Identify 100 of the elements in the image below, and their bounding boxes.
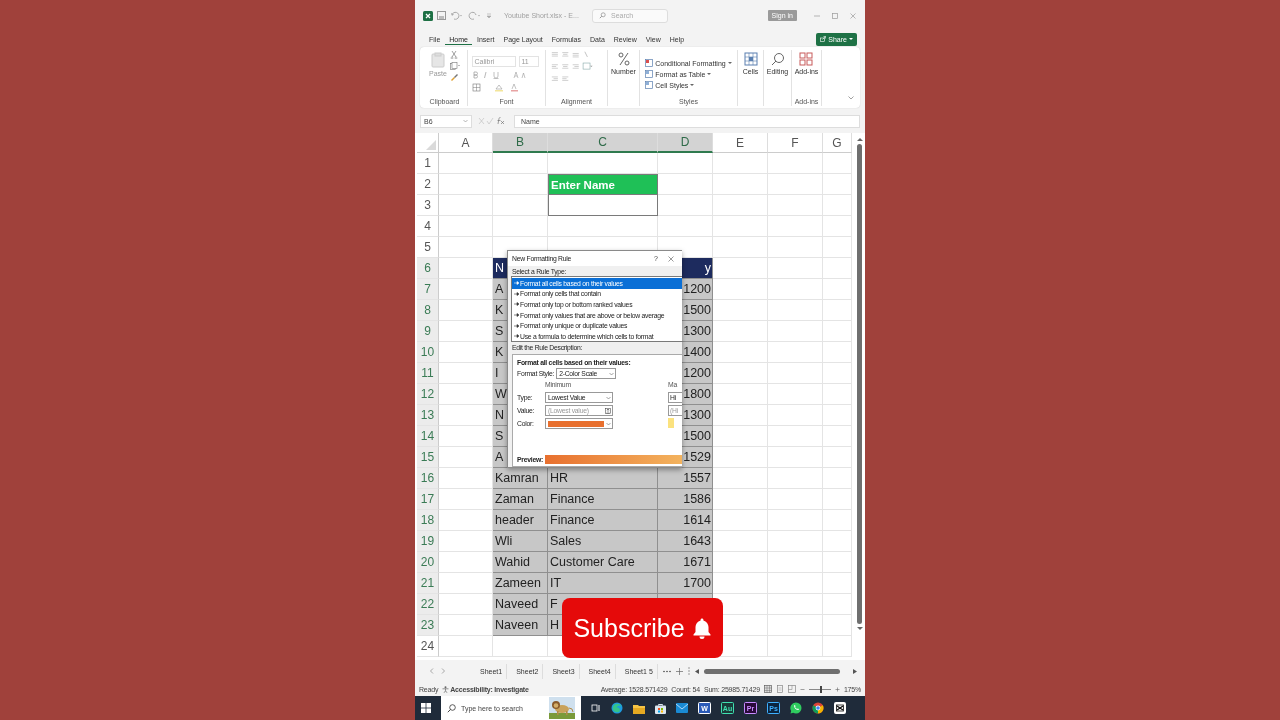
bell-icon xyxy=(691,617,712,639)
table-cell xyxy=(768,195,823,216)
page-break-view-icon[interactable] xyxy=(787,685,796,693)
table-cell xyxy=(713,363,768,384)
table-cell: Sales xyxy=(548,531,658,552)
table-cell xyxy=(713,174,768,195)
row-header[interactable]: 7 xyxy=(417,279,439,300)
customize-caret-icon[interactable] xyxy=(486,12,492,19)
page-layout-view-icon[interactable] xyxy=(775,685,784,693)
row-header[interactable]: 23 xyxy=(417,615,439,636)
scroll-left-icon[interactable] xyxy=(694,668,699,674)
row-header[interactable]: 18 xyxy=(417,510,439,531)
collapse-caret-icon[interactable] xyxy=(848,96,854,100)
cells-icon xyxy=(743,52,758,66)
table-cell xyxy=(823,615,852,636)
table-cell: Customer Care xyxy=(548,552,658,573)
browser-icon[interactable] xyxy=(812,702,824,714)
row-header[interactable]: 24 xyxy=(417,636,439,657)
caret-icon xyxy=(690,83,695,87)
column-header[interactable]: D xyxy=(658,133,713,153)
row-header[interactable]: 1 xyxy=(417,153,439,174)
close-icon[interactable] xyxy=(668,255,674,262)
table-cell xyxy=(493,153,548,174)
row-header[interactable]: 22 xyxy=(417,594,439,615)
redo-icon[interactable] xyxy=(468,11,482,20)
task-view-icon[interactable] xyxy=(591,703,601,713)
subscribe-button[interactable]: Subscribe xyxy=(562,598,723,658)
table-cell: Naveen xyxy=(493,615,548,636)
scrollbar-thumb[interactable] xyxy=(703,668,840,674)
table-cell xyxy=(439,195,493,216)
table-cell xyxy=(713,342,768,363)
previous-sheet-icon[interactable] xyxy=(429,668,435,674)
row-header[interactable]: 12 xyxy=(417,384,439,405)
mail-icon[interactable] xyxy=(676,703,688,713)
table-cell xyxy=(823,573,852,594)
add-sheet-icon[interactable] xyxy=(675,667,683,675)
row-header[interactable]: 8 xyxy=(417,300,439,321)
table-cell xyxy=(713,195,768,216)
zoom-out-icon[interactable] xyxy=(799,686,805,692)
row-header[interactable]: 4 xyxy=(417,216,439,237)
row-header[interactable]: 14 xyxy=(417,426,439,447)
column-header[interactable]: G xyxy=(823,133,852,153)
maximize-icon[interactable] xyxy=(831,11,839,20)
column-header[interactable]: E xyxy=(713,133,768,153)
scissors-icon[interactable] xyxy=(449,51,458,59)
table-cell xyxy=(823,342,852,363)
row-header[interactable]: 21 xyxy=(417,573,439,594)
browser-icon[interactable] xyxy=(611,702,623,714)
column-header[interactable]: C xyxy=(548,133,658,153)
table-cell xyxy=(768,321,823,342)
table-cell xyxy=(823,195,852,216)
windows-start-icon[interactable] xyxy=(421,703,431,713)
table-cell: HR xyxy=(548,468,658,489)
table-cell xyxy=(823,279,852,300)
table-cell: header xyxy=(493,510,548,531)
normal-view-icon[interactable] xyxy=(763,685,772,693)
shopping-bag-icon[interactable] xyxy=(655,702,666,714)
table-cell xyxy=(823,258,852,279)
brush-icon[interactable] xyxy=(449,73,458,81)
caret-icon xyxy=(606,395,611,400)
caret-icon xyxy=(606,421,611,426)
scroll-down-icon[interactable] xyxy=(856,626,863,631)
row-header[interactable]: 17 xyxy=(417,489,439,510)
close-icon[interactable] xyxy=(849,11,857,20)
row-header[interactable]: 20 xyxy=(417,552,439,573)
table-cell xyxy=(713,510,768,531)
table-cell: 1557 xyxy=(658,468,713,489)
row-header[interactable]: 11 xyxy=(417,363,439,384)
row-header[interactable]: 9 xyxy=(417,321,439,342)
scrollbar-thumb[interactable] xyxy=(857,144,862,624)
row-header[interactable]: 15 xyxy=(417,447,439,468)
column-header[interactable]: F xyxy=(768,133,823,153)
app-icon[interactable] xyxy=(834,702,846,714)
row-header[interactable]: 3 xyxy=(417,195,439,216)
row-header[interactable]: 2 xyxy=(417,174,439,195)
scroll-right-icon[interactable] xyxy=(853,668,857,674)
next-sheet-icon[interactable] xyxy=(440,668,446,674)
zoom-in-icon[interactable] xyxy=(834,686,840,692)
range-picker-icon[interactable] xyxy=(605,407,611,414)
table-cell xyxy=(768,510,823,531)
undo-icon[interactable] xyxy=(450,11,464,20)
scroll-up-icon[interactable] xyxy=(856,137,863,142)
select-all-icon[interactable] xyxy=(426,140,436,150)
folder-icon[interactable] xyxy=(633,702,645,714)
more-icon[interactable] xyxy=(662,669,671,673)
arrow-icon xyxy=(514,313,519,318)
accessibility-icon[interactable] xyxy=(442,685,450,693)
save-icon[interactable] xyxy=(437,11,446,20)
chat-bubble-icon[interactable] xyxy=(790,702,802,714)
color-dropdown[interactable] xyxy=(545,418,613,429)
row-header[interactable]: 16 xyxy=(417,468,439,489)
column-header[interactable]: B xyxy=(493,133,548,153)
copy-icon[interactable] xyxy=(449,62,460,70)
row-header[interactable]: 10 xyxy=(417,342,439,363)
table-cell xyxy=(713,426,768,447)
row-header[interactable]: 6 xyxy=(417,258,439,279)
table-cell: Wahid xyxy=(493,552,548,573)
row-header[interactable]: 19 xyxy=(417,531,439,552)
row-header[interactable]: 13 xyxy=(417,405,439,426)
table-cell xyxy=(823,300,852,321)
